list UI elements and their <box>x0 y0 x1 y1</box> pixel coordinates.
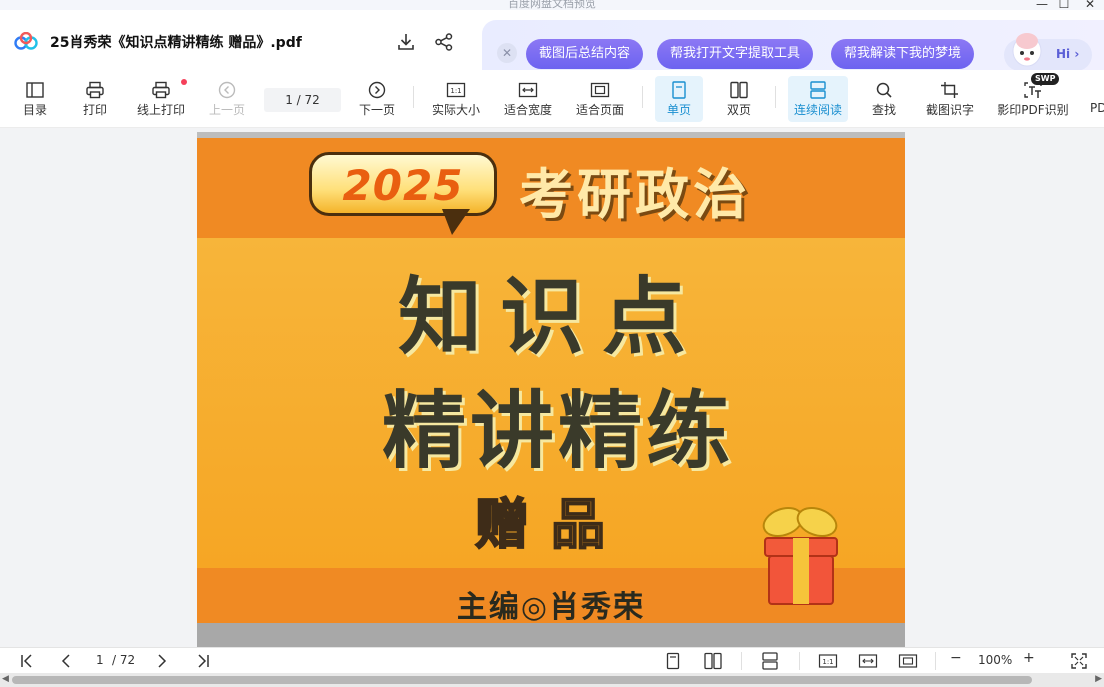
ai-chip-text-extract[interactable]: 帮我打开文字提取工具 <box>657 39 814 69</box>
actual-size-icon: 1:1 <box>446 82 466 98</box>
zoom-level[interactable]: 100% <box>978 653 1012 667</box>
online-print-button[interactable]: 线上打印 <box>134 76 188 122</box>
status-divider <box>935 652 936 670</box>
prev-page-button[interactable]: 上一页 <box>206 76 248 122</box>
chevron-left-circle-icon <box>218 81 236 99</box>
single-page-view-icon[interactable] <box>664 652 682 670</box>
screenshot-ocr-button[interactable]: 截图识字 <box>922 76 978 122</box>
fit-width-status-icon[interactable] <box>858 652 878 670</box>
continuous-read-icon <box>810 81 826 99</box>
bottom-status-bar: 1 / 72 1:1 − 100% + <box>0 647 1104 673</box>
viewer-toolbar: 目录 打印 线上打印 上一页 1 / 72 下一页 1:1 实际大小 适合宽度 … <box>0 70 1104 128</box>
toolbar-divider <box>413 86 414 108</box>
first-page-icon[interactable] <box>18 652 36 670</box>
cover-editor: 主编◎肖秀荣 <box>456 590 646 625</box>
fit-page-button[interactable]: 适合页面 <box>572 76 628 122</box>
cover-year: 2025 <box>342 161 464 210</box>
fit-width-label: 适合宽度 <box>503 103 552 117</box>
find-button[interactable]: 查找 <box>864 76 904 122</box>
year-speech-bubble: 2025 <box>309 152 497 235</box>
scrollbar-thumb[interactable] <box>12 676 1032 684</box>
toolbar-divider <box>775 86 776 108</box>
fit-width-icon <box>518 82 538 98</box>
zoom-out-button[interactable]: − <box>950 650 962 666</box>
actual-size-label: 实际大小 <box>431 103 480 117</box>
crop-icon <box>941 82 958 98</box>
continuous-view-icon[interactable] <box>760 652 780 670</box>
prev-page-label: 上一页 <box>208 103 245 117</box>
actual-size-icon-text: 1:1 <box>450 87 461 95</box>
scroll-right-arrow-icon[interactable]: ▶ <box>1095 674 1102 684</box>
find-label: 查找 <box>871 103 896 117</box>
status-divider <box>799 652 800 670</box>
page-bottom-strip <box>197 623 905 647</box>
status-page-total: / 72 <box>112 653 136 667</box>
toc-label: 目录 <box>22 103 47 117</box>
actual-size-button[interactable]: 1:1 实际大小 <box>428 76 484 122</box>
hi-label: Hi › <box>1056 47 1080 61</box>
horizontal-scrollbar[interactable]: ◀ ▶ <box>0 673 1104 687</box>
toc-icon <box>26 82 44 98</box>
fit-width-button[interactable]: 适合宽度 <box>500 76 556 122</box>
notification-dot <box>181 79 187 85</box>
ai-assistant-hi-button[interactable]: Hi › <box>1004 33 1092 71</box>
double-page-view-icon[interactable] <box>703 652 723 670</box>
double-page-label: 双页 <box>726 103 751 117</box>
single-page-icon <box>672 81 686 99</box>
double-page-button[interactable]: 双页 <box>716 76 762 122</box>
continuous-read-button[interactable]: 连续阅读 <box>788 76 848 122</box>
ai-chip-summarize[interactable]: 截图后总结内容 <box>526 39 644 69</box>
chevron-right-circle-icon <box>368 81 386 99</box>
next-page-button[interactable]: 下一页 <box>356 76 398 122</box>
share-icon[interactable] <box>434 32 454 52</box>
screenshot-ocr-label: 截图识字 <box>925 103 974 117</box>
swp-badge: SWP <box>1031 73 1060 85</box>
cover-main-title-line1: 知识点 <box>397 268 704 366</box>
continuous-read-label: 连续阅读 <box>793 103 842 117</box>
double-page-icon <box>730 81 748 99</box>
actual-size-status-icon[interactable]: 1:1 <box>818 652 838 670</box>
status-page-current[interactable]: 1 <box>96 653 104 667</box>
online-print-label: 线上打印 <box>136 103 185 117</box>
single-page-button[interactable]: 单页 <box>655 76 703 122</box>
window-titlebar: 百度网盘文档预览 — ☐ ✕ <box>0 0 1104 11</box>
status-divider <box>741 652 742 670</box>
more-tools-label: PD <box>1090 101 1104 115</box>
document-viewer[interactable]: 2025 考研政治 知识点 精讲精练 赠品 主编◎肖秀荣 <box>0 129 1104 647</box>
single-page-label: 单页 <box>666 103 691 117</box>
ai-chip-dream[interactable]: 帮我解读下我的梦境 <box>831 39 975 69</box>
toolbar-divider <box>642 86 643 108</box>
scroll-left-arrow-icon[interactable]: ◀ <box>2 674 9 684</box>
fit-page-label: 适合页面 <box>575 103 624 117</box>
actual-size-status-icon-text: 1:1 <box>822 658 833 666</box>
ai-bar-close-button[interactable]: ✕ <box>497 43 517 63</box>
print-label: 打印 <box>82 103 107 117</box>
last-page-icon[interactable] <box>194 652 212 670</box>
assistant-avatar-icon <box>1012 33 1042 67</box>
baidu-netdisk-logo <box>14 32 38 50</box>
cover-main-title-line2: 精讲精练 <box>381 382 734 480</box>
fullscreen-icon[interactable] <box>1070 652 1088 670</box>
cover-exam-title: 考研政治 <box>519 163 751 226</box>
more-tools-button[interactable]: PD <box>1090 76 1104 122</box>
prev-page-icon[interactable] <box>58 652 76 670</box>
scanned-pdf-ocr-label: 影印PDF识别 <box>997 103 1069 117</box>
page-number-input[interactable]: 1 / 72 <box>264 88 341 112</box>
printer-icon <box>86 81 104 99</box>
fit-page-status-icon[interactable] <box>898 652 918 670</box>
next-page-label: 下一页 <box>358 103 395 117</box>
toc-button[interactable]: 目录 <box>16 76 54 122</box>
online-printer-icon <box>152 81 170 99</box>
download-icon[interactable] <box>396 32 416 52</box>
pdf-page: 2025 考研政治 知识点 精讲精练 赠品 主编◎肖秀荣 <box>197 132 905 647</box>
zoom-in-button[interactable]: + <box>1023 650 1035 666</box>
print-button[interactable]: 打印 <box>76 76 114 122</box>
fit-page-icon <box>590 82 610 98</box>
next-page-icon[interactable] <box>152 652 170 670</box>
document-header: 25肖秀荣《知识点精讲精练 赠品》.pdf ✕ 截图后总结内容 帮我打开文字提取… <box>0 10 1104 80</box>
document-title: 25肖秀荣《知识点精讲精练 赠品》.pdf <box>50 35 302 51</box>
search-icon <box>876 82 892 98</box>
